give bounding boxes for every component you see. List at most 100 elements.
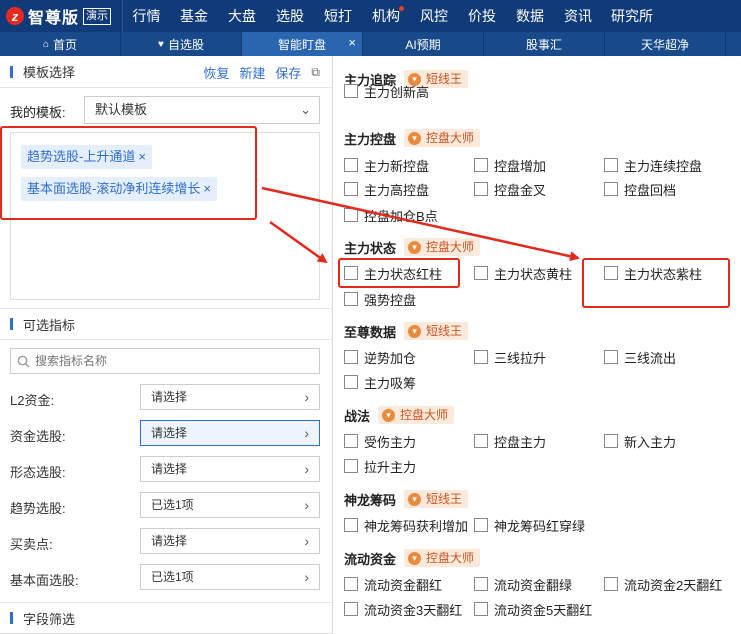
checkbox-box[interactable]	[344, 518, 358, 532]
checkbox-box[interactable]	[604, 182, 618, 196]
annotation-highlight-box	[0, 126, 257, 220]
nav-quotes[interactable]: 行情	[122, 0, 170, 32]
filter-select[interactable]: 请选择 ›	[140, 384, 320, 410]
filter-select[interactable]: 请选择 ›	[140, 528, 320, 554]
restore-button[interactable]: 恢复	[203, 63, 229, 82]
indicator-checkbox[interactable]: 三线流出	[604, 348, 676, 366]
nav-news[interactable]: 资讯	[554, 0, 602, 32]
checkbox-box[interactable]	[344, 182, 358, 196]
indicator-checkbox[interactable]: 控盘金叉	[474, 180, 546, 198]
indicator-checkbox[interactable]: 受伤主力	[344, 432, 416, 450]
indicator-search[interactable]	[10, 348, 320, 374]
filter-select[interactable]: 请选择 ›	[140, 420, 320, 446]
nav-stock-picking[interactable]: 选股	[266, 0, 314, 32]
tab-home[interactable]: ⌂ 首页	[0, 32, 121, 56]
nav-short-term[interactable]: 短打	[314, 0, 362, 32]
checkbox-box[interactable]	[344, 577, 358, 591]
checkbox-box[interactable]	[474, 182, 488, 196]
indicator-checkbox[interactable]: 流动资金2天翻红	[604, 575, 722, 593]
close-icon[interactable]: ×	[348, 36, 356, 50]
indicator-checkbox[interactable]: 主力状态黄柱	[474, 264, 572, 282]
indicator-checkbox[interactable]: 逆势加仓	[344, 348, 416, 366]
nav-funds[interactable]: 基金	[170, 0, 218, 32]
filter-select[interactable]: 请选择 ›	[140, 456, 320, 482]
checkbox-box[interactable]	[604, 350, 618, 364]
filter-select[interactable]: 已选1项 ›	[140, 492, 320, 518]
indicator-checkbox[interactable]: 控盘加仓B点	[344, 206, 438, 224]
chevron-right-icon: ›	[304, 497, 309, 513]
indicator-checkbox[interactable]: 神龙筹码红穿绿	[474, 516, 585, 534]
checkbox-box[interactable]	[604, 577, 618, 591]
layout-icon[interactable]: ⧉	[311, 65, 320, 80]
group-name: 主力控盘	[344, 131, 397, 147]
group-name: 主力状态	[344, 240, 397, 256]
nav-research[interactable]: 研究所	[602, 0, 662, 32]
group-badge: ▾ 控盘大师	[404, 129, 481, 147]
tab-ai-forecast[interactable]: AI预期	[363, 32, 484, 56]
my-template-value: 默认模板	[95, 102, 148, 117]
checkbox-box[interactable]	[344, 350, 358, 364]
checkbox-box[interactable]	[474, 350, 488, 364]
nav-data[interactable]: 数据	[506, 0, 554, 32]
indicator-checkbox[interactable]: 控盘增加	[474, 156, 546, 174]
checkbox-box[interactable]	[344, 459, 358, 473]
nav-institution[interactable]: 机构	[362, 0, 410, 32]
indicator-checkbox[interactable]: 主力新控盘	[344, 156, 429, 174]
indicator-checkbox[interactable]: 流动资金翻绿	[474, 575, 572, 593]
indicator-checkbox[interactable]: 流动资金5天翻红	[474, 600, 592, 618]
checkbox-box[interactable]	[344, 84, 358, 98]
template-actions: 恢复 新建 保存 ⧉	[193, 56, 320, 88]
indicator-checkbox[interactable]: 三线拉升	[474, 348, 546, 366]
tab-watchlist[interactable]: ♥ 自选股	[121, 32, 242, 56]
app-logo[interactable]: z 智尊版 演示	[0, 0, 122, 32]
checkbox-box[interactable]	[344, 375, 358, 389]
nav-market[interactable]: 大盘	[218, 0, 266, 32]
indicator-checkbox[interactable]: 强势控盘	[344, 290, 416, 308]
chevron-right-icon: ›	[304, 389, 309, 405]
checkbox-box[interactable]	[474, 602, 488, 616]
indicator-checkbox[interactable]: 主力高控盘	[344, 180, 429, 198]
indicator-checkbox[interactable]: 控盘主力	[474, 432, 546, 450]
indicator-checkbox[interactable]: 新入主力	[604, 432, 676, 450]
tab-smart-monitor[interactable]: 智能盯盘 ×	[242, 32, 363, 56]
search-input[interactable]	[35, 354, 295, 368]
indicator-checkbox[interactable]: 流动资金翻红	[344, 575, 442, 593]
indicator-checkbox[interactable]: 主力吸筹	[344, 373, 416, 391]
indicator-checkbox[interactable]: 神龙筹码获利增加	[344, 516, 468, 534]
checkbox-box[interactable]	[344, 292, 358, 306]
checkbox-box[interactable]	[474, 158, 488, 172]
tab-smart-monitor-label: 智能盯盘	[277, 37, 326, 52]
checkbox-box[interactable]	[344, 602, 358, 616]
tab-stock-detail[interactable]: 天华超净	[605, 32, 726, 56]
crown-icon: ▾	[408, 240, 422, 254]
nav-value-invest[interactable]: 价投	[458, 0, 506, 32]
checkbox-box[interactable]	[474, 434, 488, 448]
indicator-checkbox[interactable]: 拉升主力	[344, 457, 416, 475]
checkbox-box[interactable]	[344, 208, 358, 222]
checkbox-label: 神龙筹码红穿绿	[494, 518, 586, 534]
indicator-checkbox[interactable]: 流动资金3天翻红	[344, 600, 462, 618]
checkbox-box[interactable]	[344, 158, 358, 172]
checkbox-box[interactable]	[474, 518, 488, 532]
filter-label: 资金选股:	[10, 429, 66, 444]
indicator-checkbox[interactable]: 控盘回档	[604, 180, 676, 198]
nav-risk-control[interactable]: 风控	[410, 0, 458, 32]
section-marker	[10, 318, 13, 330]
top-navigation: z 智尊版 演示 行情 基金 大盘 选股 短打 机构 风控 价投 数据 资讯 研…	[0, 0, 741, 32]
checkbox-box[interactable]	[474, 266, 488, 280]
filter-select[interactable]: 已选1项 ›	[140, 564, 320, 590]
checkbox-box[interactable]	[604, 158, 618, 172]
tab-home-label: 首页	[53, 37, 78, 52]
indicator-checkbox[interactable]: 主力连续控盘	[604, 156, 702, 174]
tab-watchlist-label: 自选股	[167, 37, 204, 52]
my-template-select[interactable]: 默认模板 ⌄	[84, 96, 320, 124]
checkbox-box[interactable]	[344, 434, 358, 448]
indicator-checkbox[interactable]: 主力创新高	[344, 82, 429, 100]
tab-stock-events[interactable]: 股事汇	[484, 32, 605, 56]
checkbox-box[interactable]	[604, 434, 618, 448]
checkbox-box[interactable]	[474, 577, 488, 591]
section-marker	[10, 612, 13, 624]
checkbox-label: 新入主力	[624, 434, 677, 450]
new-button[interactable]: 新建	[239, 63, 265, 82]
save-button[interactable]: 保存	[275, 63, 301, 82]
